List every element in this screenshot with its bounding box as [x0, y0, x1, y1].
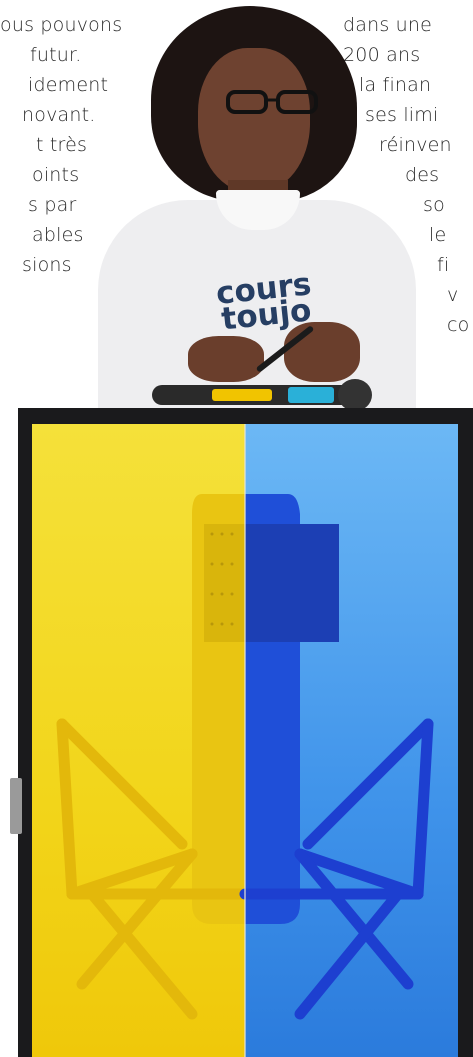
mic-head	[338, 379, 372, 411]
studio-microphone-icon	[56, 424, 434, 1057]
photo-stage: ous pouvons futur. idement novant. t trè…	[0, 0, 473, 1057]
handheld-microphone-icon	[152, 379, 372, 411]
face	[198, 48, 310, 193]
podium-screen	[32, 424, 458, 1057]
right-hand	[284, 322, 360, 382]
glasses-icon	[226, 90, 318, 114]
mic-yellow-band	[212, 389, 272, 401]
podium	[18, 408, 473, 1057]
podium-side-tab	[10, 778, 22, 834]
left-hand	[188, 336, 264, 382]
mic-blue-band	[288, 387, 334, 403]
speaker-person: cours toujo	[98, 0, 418, 415]
